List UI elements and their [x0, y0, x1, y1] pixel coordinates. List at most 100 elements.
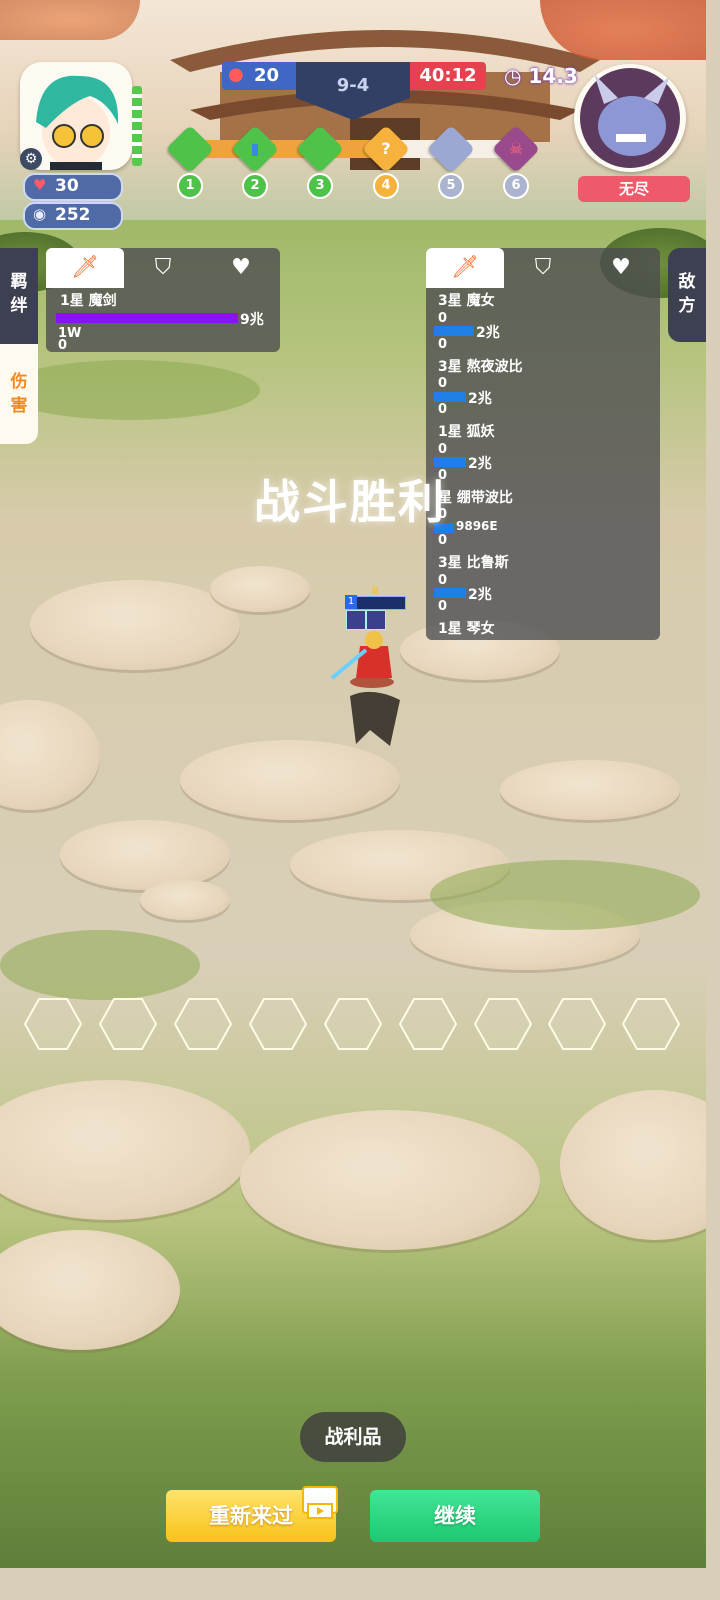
taken-value: 0 — [438, 573, 448, 588]
damage-value: 2兆 — [468, 587, 492, 603]
damage-value: 2兆 — [476, 325, 500, 341]
unit-name: 1星 狐妖 — [438, 424, 495, 440]
loot-button[interactable]: 战利品 — [300, 1412, 406, 1462]
damage-value: 2兆 — [468, 456, 492, 472]
retry-label: 重新来过 — [209, 1504, 293, 1528]
autumn-leaves — [0, 0, 140, 40]
unit-name: 1星 魔剑 — [60, 293, 117, 309]
countdown-value: 14.3 — [528, 64, 578, 88]
grass-patch — [430, 860, 700, 930]
heal-value: 0 — [58, 338, 68, 353]
clock-icon: ◷ — [504, 64, 522, 88]
tab-enemy-label: 敌方 — [678, 272, 696, 316]
bench-slot[interactable] — [474, 998, 532, 1050]
damage-value: 9896E — [456, 519, 498, 533]
bench-slot[interactable] — [622, 998, 680, 1050]
heart-icon[interactable]: ♥ — [202, 248, 280, 288]
damage-bar — [56, 313, 238, 323]
enemy-portrait — [580, 68, 680, 168]
hero-unit[interactable]: 1 ♛ — [330, 584, 410, 750]
bench-slot[interactable] — [399, 998, 457, 1050]
match-timer: 40:12 — [410, 62, 486, 90]
stepping-stone — [240, 1110, 540, 1250]
tab-enemy[interactable]: 敌方 — [668, 248, 706, 342]
enemy-panel-tabs: 🗡 ⛉ ♥ — [426, 248, 660, 288]
tab-bonds[interactable]: 羁绊 — [0, 248, 38, 344]
damage-value: 2兆 — [468, 391, 492, 407]
sword-icon[interactable]: 🗡 — [46, 248, 124, 288]
heal-value: 0 — [438, 533, 448, 548]
battlefield-background — [0, 0, 706, 1568]
left-side-tabs: 羁绊 伤害 — [0, 248, 38, 444]
heart-icon[interactable]: ♥ — [582, 248, 660, 288]
stage-number-4: 4 — [373, 173, 399, 199]
taken-value: 0 — [438, 442, 448, 457]
retry-button[interactable]: 重新来过 — [166, 1486, 338, 1542]
stage-node-4[interactable]: ? — [361, 124, 411, 174]
stepping-stone — [30, 580, 240, 670]
stepping-stone — [140, 880, 230, 920]
player-damage-panel: 🗡 ⛉ ♥ 1星 魔剑 9兆 1W 0 — [46, 248, 280, 353]
grass-patch — [0, 930, 200, 1000]
heal-value: 0 — [438, 337, 448, 352]
coin-stack-icon: ◉ — [33, 205, 47, 223]
settings-gear-icon[interactable]: ⚙ — [20, 148, 42, 170]
continue-button[interactable]: 继续 — [370, 1490, 540, 1542]
gold-value: 20 — [254, 65, 280, 86]
stage-progress-fill — [190, 140, 384, 158]
heal-value: 0 — [438, 402, 448, 417]
bench-slot[interactable] — [249, 998, 307, 1050]
stage-node-6[interactable]: ☠ — [491, 124, 541, 174]
hero-health-bar: 1 — [345, 595, 406, 610]
tab-damage[interactable]: 伤害 — [0, 344, 38, 444]
health-value: 30 — [55, 176, 79, 196]
damage-bar — [434, 588, 466, 598]
shield-icon[interactable]: ⛉ — [124, 248, 202, 288]
bench-slot[interactable] — [24, 998, 82, 1050]
stage-number-3: 3 — [307, 173, 333, 199]
taken-value: 0 — [438, 311, 448, 326]
stepping-stone — [180, 740, 400, 820]
countdown-clock: ◷ 14.3 — [504, 64, 578, 88]
stage-node-3[interactable] — [295, 124, 345, 174]
stepping-stone — [500, 760, 680, 820]
video-ad-icon — [302, 1486, 338, 1519]
player-energy-meter — [132, 86, 142, 166]
hero-level: 1 — [345, 595, 357, 609]
damage-bar — [434, 392, 466, 402]
gold-counter: ● 20 — [222, 62, 298, 90]
stage-node-2[interactable]: ▮ — [230, 124, 280, 174]
victory-banner: 战斗胜利 — [254, 475, 446, 529]
heart-icon: ♥ — [33, 176, 47, 194]
bench-slot[interactable] — [174, 998, 232, 1050]
hero-sprite — [330, 631, 400, 746]
tab-bonds-label: 羁绊 — [10, 272, 28, 316]
taken-value: 0 — [438, 376, 448, 391]
damage-bar — [434, 326, 474, 336]
unit-name: 1星 琴女 — [438, 621, 495, 637]
stage-number-2: 2 — [242, 173, 268, 199]
enemy-avatar[interactable] — [574, 64, 686, 172]
sword-icon[interactable]: 🗡 — [426, 248, 504, 288]
stepping-stone — [210, 566, 310, 612]
shield-icon[interactable]: ⛉ — [504, 248, 582, 288]
player-coins: ◉ 252 — [23, 202, 123, 230]
stage-number-6: 6 — [503, 173, 529, 199]
unit-name: 星 绷带波比 — [438, 490, 513, 506]
bench-slot[interactable] — [324, 998, 382, 1050]
unit-name: 3星 魔女 — [438, 293, 495, 309]
enemy-damage-panel: 🗡 ⛉ ♥ 3星 魔女 0 2兆 0 3星 熬夜波比 0 2兆 0 1星 狐妖 … — [426, 248, 660, 640]
grass-patch — [0, 360, 260, 420]
stage-number-1: 1 — [177, 173, 203, 199]
unit-name: 3星 比鲁斯 — [438, 555, 509, 571]
heal-value: 0 — [438, 599, 448, 614]
coins-value: 252 — [55, 205, 91, 225]
stage-node-1[interactable] — [165, 124, 215, 174]
bench-slot[interactable] — [548, 998, 606, 1050]
stepping-stone — [60, 820, 230, 890]
player-health: ♥ 30 — [23, 173, 123, 201]
bench-slot[interactable] — [99, 998, 157, 1050]
stage-number-5: 5 — [438, 173, 464, 199]
stage-node-5[interactable] — [426, 124, 476, 174]
flame-icon: ● — [228, 64, 244, 85]
